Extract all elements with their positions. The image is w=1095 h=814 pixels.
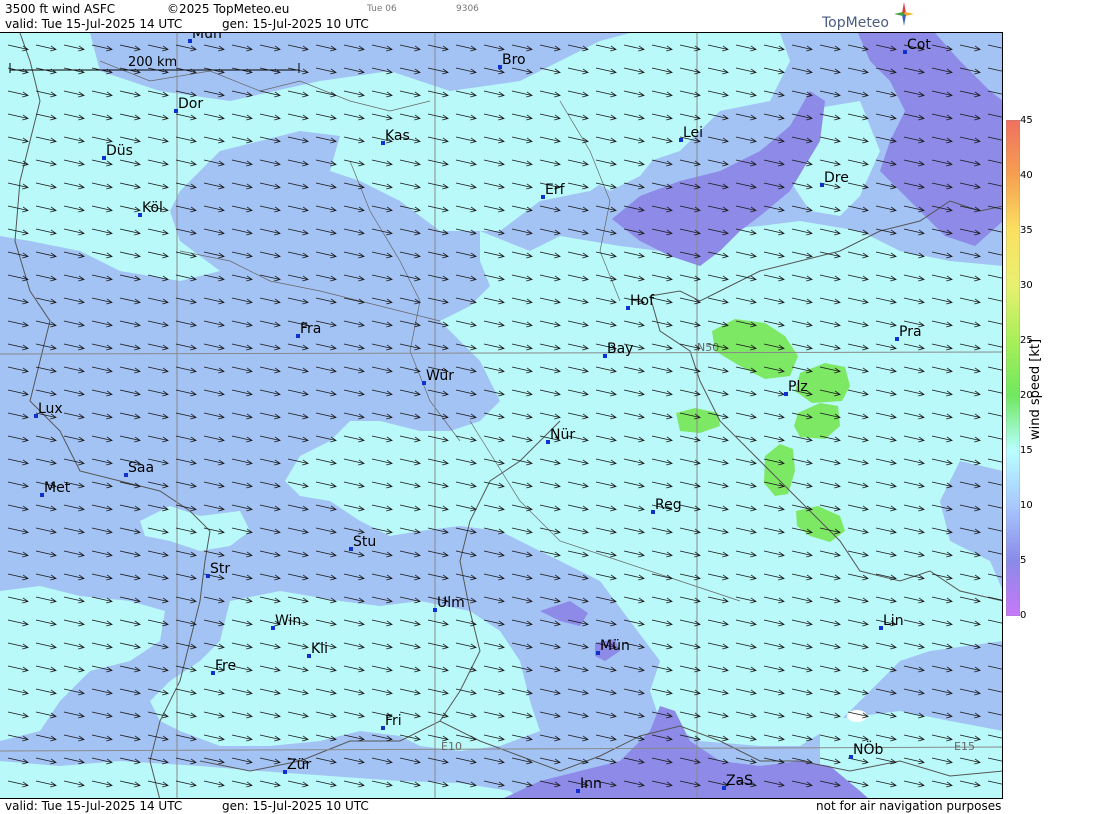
city-label: Str — [210, 561, 230, 577]
copyright: ©2025 TopMeteo.eu — [167, 2, 290, 16]
product-title: 3500 ft wind ASFC — [5, 2, 116, 16]
city-label: Köl — [142, 200, 163, 216]
legend-title: wind speed [kt] — [1028, 338, 1043, 440]
wind-map[interactable]: N50 E10 E15 200 km Mün Bro Cot Dor Kas Lei Düs… — [0, 32, 1003, 799]
city-label: Cot — [907, 37, 931, 53]
wind-speed-legend — [1003, 32, 1095, 814]
city-label: Erf — [545, 182, 566, 198]
city-label: Lux — [38, 401, 63, 417]
legend-tick-10: 10 — [1020, 500, 1033, 511]
legend-tick-0: 0 — [1020, 610, 1027, 621]
city-label: Reg — [655, 497, 682, 513]
footer-generated-time: gen: 15-Jul-2025 10 UTC — [222, 799, 369, 813]
city-label: Fri — [385, 713, 402, 729]
legend-tick-40: 40 — [1020, 170, 1033, 181]
city-label: Saa — [128, 460, 154, 476]
city-label: Wür — [426, 368, 454, 384]
city-label: Düs — [106, 143, 133, 159]
city-label: Plz — [788, 379, 808, 395]
city-label: Bro — [502, 52, 526, 68]
legend-tick-30: 30 — [1020, 280, 1033, 291]
city-label: Bay — [607, 341, 633, 357]
legend-tick-5: 5 — [1020, 555, 1027, 566]
brand-name: TopMeteo — [822, 15, 889, 31]
legend-tick-15: 15 — [1020, 445, 1033, 456]
city-label: Fra — [300, 321, 321, 337]
header-bar: 3500 ft wind ASFC ©2025 TopMeteo.eu Tue … — [0, 0, 1003, 32]
legend-tick-45: 45 — [1020, 115, 1033, 126]
map-canvas: N50 E10 E15 200 km Mün Bro Cot Dor Kas Lei Düs… — [0, 33, 1002, 798]
footer-bar: valid: Tue 15-Jul-2025 14 UTC gen: 15-Ju… — [0, 799, 1003, 814]
city-label: NÖb — [853, 740, 883, 758]
city-label: Hof — [630, 293, 655, 309]
city-label: Zür — [287, 757, 311, 773]
city-label: ZaS — [726, 773, 753, 789]
city-label: Fre — [215, 658, 236, 674]
grid-label-e15: E15 — [954, 740, 975, 753]
city-label: Pra — [899, 324, 922, 340]
city-label: Lei — [683, 125, 703, 141]
city-label: Kas — [385, 128, 410, 144]
grid-label-n50: N50 — [697, 341, 719, 354]
city-label: Inn — [580, 776, 602, 792]
disclaimer: not for air navigation purposes — [816, 799, 1002, 813]
city-label: Mün — [600, 638, 630, 654]
legend-gradient — [1006, 120, 1020, 616]
grid-label-e10: E10 — [441, 740, 462, 753]
small-day-label: Tue 06 — [367, 4, 397, 14]
legend-tick-35: 35 — [1020, 225, 1033, 236]
city-label: Stu — [353, 534, 376, 550]
topmeteo-logo: TopMeteo — [816, 2, 914, 32]
city-label: Met — [44, 480, 71, 496]
small-code-label: 9306 — [456, 4, 479, 14]
scale-label: 200 km — [128, 55, 177, 70]
city-label: Win — [275, 613, 301, 629]
city-label: Dor — [178, 96, 203, 112]
city-label: Ulm — [437, 595, 465, 611]
city-label: Mün — [192, 33, 222, 42]
city-label: Dre — [824, 170, 849, 186]
generated-time: gen: 15-Jul-2025 10 UTC — [222, 17, 369, 31]
valid-time: valid: Tue 15-Jul-2025 14 UTC — [5, 17, 183, 31]
city-label: Kli — [311, 641, 328, 657]
city-label: Nür — [550, 427, 575, 443]
legend-color-bar — [1006, 120, 1020, 616]
footer-valid-time: valid: Tue 15-Jul-2025 14 UTC — [5, 799, 183, 813]
city-label: Lin — [883, 613, 904, 629]
compass-star-icon — [894, 2, 914, 26]
